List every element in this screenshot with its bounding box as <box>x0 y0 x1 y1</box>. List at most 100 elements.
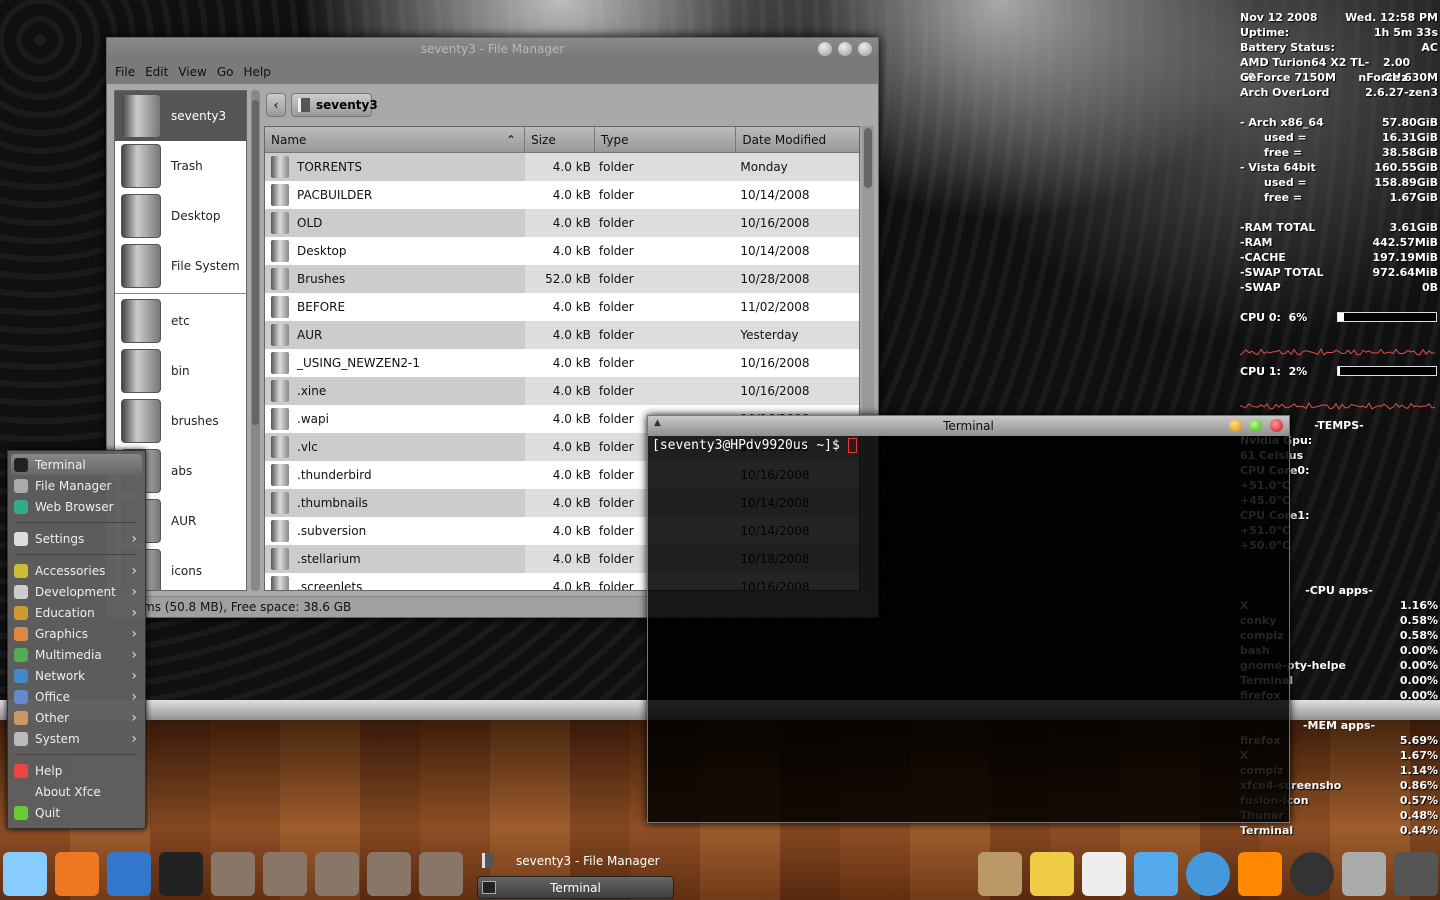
menu-item-settings[interactable]: Settings › <box>8 528 145 549</box>
conky-label: -RAM <box>1240 236 1273 249</box>
sidebar-item-etc[interactable]: etc <box>115 296 246 346</box>
type-cell: folder <box>598 216 634 230</box>
menu-item-other[interactable]: Other › <box>8 707 145 728</box>
table-row[interactable]: AUR 4.0 kB folder Yesterday <box>265 321 859 349</box>
thunderbird-icon[interactable] <box>107 852 151 896</box>
sidebar-item-label: icons <box>171 564 203 578</box>
maximize-button[interactable] <box>838 42 852 56</box>
column-type[interactable]: Type <box>595 127 737 152</box>
maximize-button[interactable] <box>1249 419 1262 432</box>
menu-item-help[interactable]: Help <box>8 760 145 781</box>
table-row[interactable]: Brushes 52.0 kB folder 10/28/2008 <box>265 265 859 293</box>
notes-icon[interactable] <box>1030 852 1074 896</box>
close-button[interactable] <box>1270 419 1283 432</box>
table-row[interactable]: PACBUILDER 4.0 kB folder 10/14/2008 <box>265 181 859 209</box>
sidebar-item-file-system[interactable]: File System <box>115 241 246 291</box>
conky-label: -CACHE <box>1240 251 1286 264</box>
minimize-button[interactable] <box>818 42 832 56</box>
conky-label: Nov 12 2008 <box>1240 11 1318 24</box>
clipboard-icon[interactable] <box>978 852 1022 896</box>
table-row[interactable]: TORRENTS 4.0 kB folder Monday <box>265 153 859 181</box>
menu-item-development[interactable]: Development › <box>8 581 145 602</box>
menu-file[interactable]: File <box>115 65 135 79</box>
terminal-icon <box>14 457 28 472</box>
text-editor-icon[interactable] <box>1082 852 1126 896</box>
sidebar-item-trash[interactable]: Trash <box>115 141 246 191</box>
home-folder-icon[interactable] <box>211 852 255 896</box>
camera-icon[interactable] <box>1394 852 1438 896</box>
folder-icon <box>271 268 289 290</box>
name-cell: Desktop <box>265 237 525 265</box>
trash-icon[interactable] <box>1342 852 1386 896</box>
file-name: OLD <box>297 216 323 230</box>
water-drop-icon[interactable] <box>1186 852 1230 896</box>
menu-edit[interactable]: Edit <box>145 65 168 79</box>
menu-item-office[interactable]: Office › <box>8 686 145 707</box>
drive-folder-icon[interactable] <box>367 852 411 896</box>
window-menu-icon[interactable]: ▲ <box>654 418 661 428</box>
task-file-manager[interactable]: seventy3 - File Manager <box>480 851 680 871</box>
xfce-mouse-icon[interactable] <box>3 852 47 896</box>
vlc-icon[interactable] <box>1238 852 1282 896</box>
firefox-icon[interactable] <box>55 852 99 896</box>
network-folder-icon[interactable] <box>419 852 463 896</box>
sidebar-item-bin[interactable]: bin <box>115 346 246 396</box>
menu-view[interactable]: View <box>178 65 206 79</box>
menu-item-label: Other <box>35 710 70 725</box>
terminal-icon[interactable] <box>159 852 203 896</box>
terminal-window[interactable]: Terminal ▲ [seventy3@HPdv9920us ~]$ <box>647 415 1290 823</box>
sidebar-item-desktop[interactable]: Desktop <box>115 191 246 241</box>
terminal-title[interactable]: Terminal <box>648 416 1289 436</box>
column-name[interactable]: Name ⌃ <box>265 127 526 152</box>
type-cell: folder <box>598 300 634 314</box>
list-scroll-thumb[interactable] <box>864 128 872 188</box>
task-terminal[interactable]: Terminal <box>477 876 674 899</box>
menu-item-quit[interactable]: Quit <box>8 802 145 823</box>
menu-help[interactable]: Help <box>243 65 270 79</box>
menu-item-terminal[interactable]: Terminal <box>11 454 142 475</box>
menu-item-file-manager[interactable]: File Manager <box>8 475 145 496</box>
arch-folder-icon[interactable] <box>263 852 307 896</box>
menu-item-network[interactable]: Network › <box>8 665 145 686</box>
menu-item-graphics[interactable]: Graphics › <box>8 623 145 644</box>
table-row[interactable]: Desktop 4.0 kB folder 10/14/2008 <box>265 237 859 265</box>
path-button-home[interactable]: seventy3 <box>291 93 378 117</box>
table-row[interactable]: _USING_NEWZEN2-1 4.0 kB folder 10/16/2008 <box>265 349 859 377</box>
menu-separator <box>16 754 137 755</box>
conky-label: used = <box>1264 176 1307 189</box>
menu-go[interactable]: Go <box>217 65 234 79</box>
beryl-icon[interactable] <box>1134 852 1178 896</box>
type-cell: folder <box>598 188 634 202</box>
sidebar-item-seventy3[interactable]: seventy3 <box>115 91 246 141</box>
menu-item-web-browser[interactable]: Web Browser <box>8 496 145 517</box>
conky-value: 442.57MiB <box>1372 236 1438 249</box>
documents-folder-icon[interactable] <box>315 852 359 896</box>
close-button[interactable] <box>858 42 872 56</box>
menu-item-label: System <box>35 731 80 746</box>
menu-item-education[interactable]: Education › <box>8 602 145 623</box>
menu-item-about-xfce[interactable]: About Xfce <box>8 781 145 802</box>
folder-icon <box>121 399 161 443</box>
sidebar-scroll-thumb[interactable] <box>252 100 259 425</box>
table-row[interactable]: BEFORE 4.0 kB folder 11/02/2008 <box>265 293 859 321</box>
column-size[interactable]: Size <box>525 127 595 152</box>
menu-item-label: Development <box>35 584 116 599</box>
table-row[interactable]: .xine 4.0 kB folder 10/16/2008 <box>265 377 859 405</box>
file-name: PACBUILDER <box>297 188 373 202</box>
folder-icon <box>271 324 289 346</box>
conky-value: 972.64MiB <box>1372 266 1438 279</box>
column-date-modified[interactable]: Date Modified <box>736 127 859 152</box>
sidebar-item-brushes[interactable]: brushes <box>115 396 246 446</box>
table-row[interactable]: OLD 4.0 kB folder 10/16/2008 <box>265 209 859 237</box>
menu-item-system[interactable]: System › <box>8 728 145 749</box>
window-title[interactable]: seventy3 - File Manager <box>107 38 878 61</box>
minimize-button[interactable] <box>1229 419 1242 432</box>
gimp-icon[interactable] <box>1290 852 1334 896</box>
menu-item-accessories[interactable]: Accessories › <box>8 560 145 581</box>
file-name: .stellarium <box>297 552 361 566</box>
terminal-output[interactable]: [seventy3@HPdv9920us ~]$ <box>648 436 1289 455</box>
conky-label: AMD Turion64 X2 TL-60 <box>1240 56 1370 84</box>
menu-item-multimedia[interactable]: Multimedia › <box>8 644 145 665</box>
back-button[interactable]: ‹ <box>266 93 286 117</box>
film-icon <box>14 647 28 662</box>
